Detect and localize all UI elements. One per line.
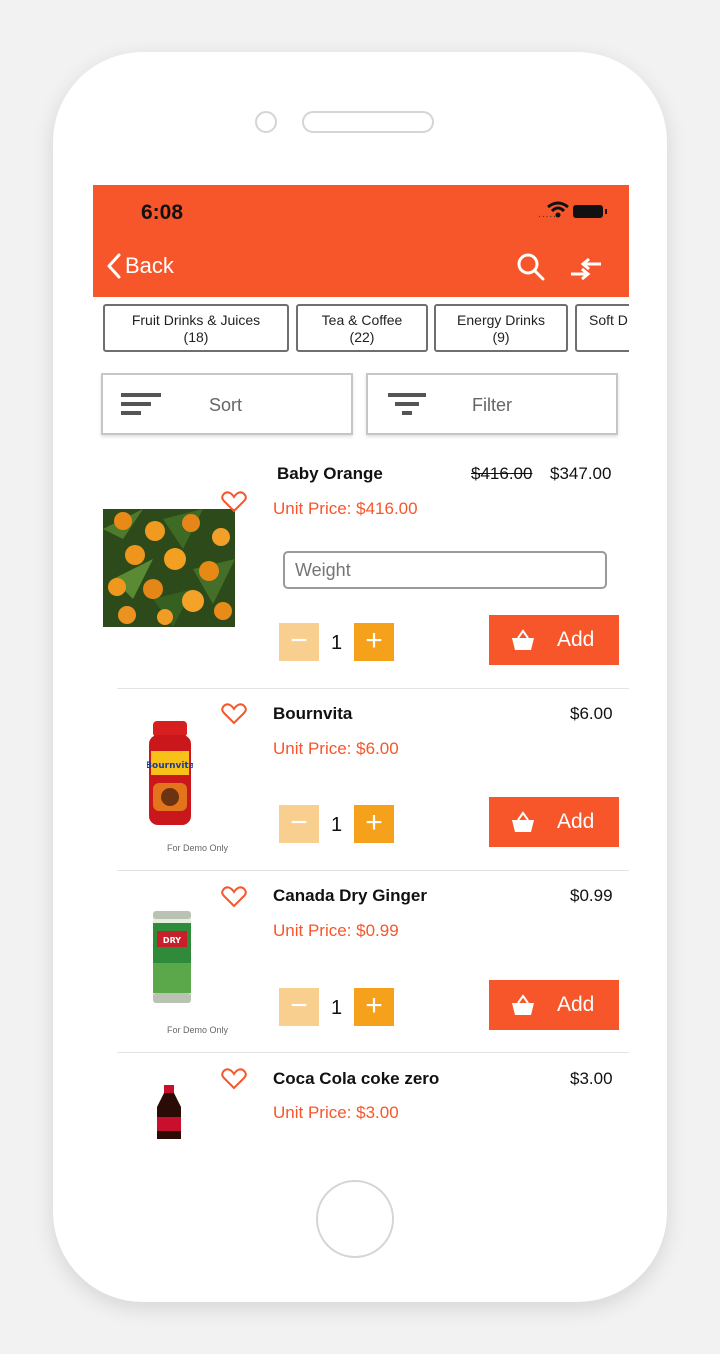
add-to-cart-button[interactable]: Add <box>489 797 619 847</box>
unit-price: Unit Price: $3.00 <box>273 1103 399 1122</box>
quantity-value: 1 <box>331 997 343 1019</box>
decrease-quantity-button[interactable]: − <box>279 988 319 1026</box>
basket-icon <box>512 994 534 1015</box>
add-to-cart-button[interactable]: Add <box>489 980 619 1030</box>
category-tabs: Fruit Drinks & Juices (18) Tea & Coffee … <box>93 304 629 356</box>
favorite-heart-icon[interactable] <box>221 703 247 725</box>
sort-button[interactable]: Sort <box>101 373 353 435</box>
back-button[interactable]: Back <box>107 253 174 279</box>
product-price: $0.99 <box>570 886 613 905</box>
search-icon[interactable] <box>517 253 545 281</box>
app-header: 6:08 ..... Back <box>93 185 629 297</box>
sort-label: Sort <box>209 395 243 415</box>
divider <box>117 688 629 689</box>
decrease-quantity-button[interactable]: − <box>279 623 319 661</box>
product-name: Canada Dry Ginger <box>273 886 427 905</box>
tab-label: Energy Drinks <box>457 312 545 328</box>
quantity-value: 1 <box>331 632 343 654</box>
filter-icon <box>388 393 426 415</box>
product-name: Coca Cola coke zero <box>273 1069 440 1088</box>
favorite-heart-icon[interactable] <box>221 1068 247 1090</box>
tab-energy-drinks[interactable]: Energy Drinks (9) <box>434 304 568 352</box>
filter-button[interactable]: Filter <box>366 373 618 435</box>
add-label: Add <box>557 810 595 833</box>
weight-input[interactable] <box>283 551 607 589</box>
chevron-left-icon <box>107 253 121 279</box>
divider <box>117 1052 629 1053</box>
home-button[interactable] <box>316 1180 394 1258</box>
tab-label: Soft D <box>589 312 628 328</box>
filter-label: Filter <box>472 395 512 415</box>
unit-price: Unit Price: $416.00 <box>273 499 418 518</box>
app-screen: 6:08 ..... Back Fruit Drinks & Juices (1… <box>93 185 629 1139</box>
increase-quantity-button[interactable]: + <box>354 623 394 661</box>
basket-icon <box>512 629 534 650</box>
product-old-price: $416.00 <box>471 464 533 483</box>
decrease-quantity-button[interactable]: − <box>279 805 319 843</box>
product-image-baby-orange <box>103 509 235 627</box>
favorite-heart-icon[interactable] <box>221 491 247 513</box>
quantity-value: 1 <box>331 814 343 836</box>
tab-soft-drinks[interactable]: Soft D (7 <box>575 304 629 352</box>
product-price: $347.00 <box>550 464 612 483</box>
tab-fruit-drinks-juices[interactable]: Fruit Drinks & Juices (18) <box>103 304 289 352</box>
swap-icon[interactable] <box>569 257 603 281</box>
unit-price: Unit Price: $0.99 <box>273 921 399 940</box>
tab-tea-coffee[interactable]: Tea & Coffee (22) <box>296 304 428 352</box>
divider <box>117 870 629 871</box>
demo-note: For Demo Only <box>167 843 229 853</box>
back-label: Back <box>125 253 174 278</box>
earpiece-speaker <box>302 111 434 133</box>
add-label: Add <box>557 628 595 651</box>
increase-quantity-button[interactable]: + <box>354 988 394 1026</box>
sort-icon <box>121 393 161 415</box>
battery-icon <box>573 205 607 218</box>
tab-count: (22) <box>349 329 375 345</box>
wifi-icon <box>547 201 569 218</box>
tab-count: (7 <box>589 329 629 346</box>
favorite-heart-icon[interactable] <box>221 886 247 908</box>
tab-count: (18) <box>183 329 209 345</box>
unit-price: Unit Price: $6.00 <box>273 739 399 758</box>
tab-label: Fruit Drinks & Juices <box>131 312 261 328</box>
product-price: $6.00 <box>570 704 613 723</box>
demo-note: For Demo Only <box>167 1025 229 1035</box>
front-camera <box>255 111 277 133</box>
svg-text:Bournvita: Bournvita <box>147 761 193 771</box>
add-to-cart-button[interactable]: Add <box>489 615 619 665</box>
product-image-bournvita: Bournvita <box>147 721 193 825</box>
product-name: Baby Orange <box>277 464 383 483</box>
product-name: Bournvita <box>273 704 353 723</box>
product-image-canada-dry: DRY <box>153 911 191 1003</box>
tab-count: (9) <box>492 329 510 345</box>
svg-text:DRY: DRY <box>163 936 181 945</box>
add-label: Add <box>557 993 595 1016</box>
tab-label: Tea & Coffee <box>321 312 403 328</box>
product-image-coca-cola <box>157 1085 181 1139</box>
basket-icon <box>512 811 534 832</box>
status-time: 6:08 <box>141 201 184 224</box>
increase-quantity-button[interactable]: + <box>354 805 394 843</box>
product-price: $3.00 <box>570 1069 613 1088</box>
